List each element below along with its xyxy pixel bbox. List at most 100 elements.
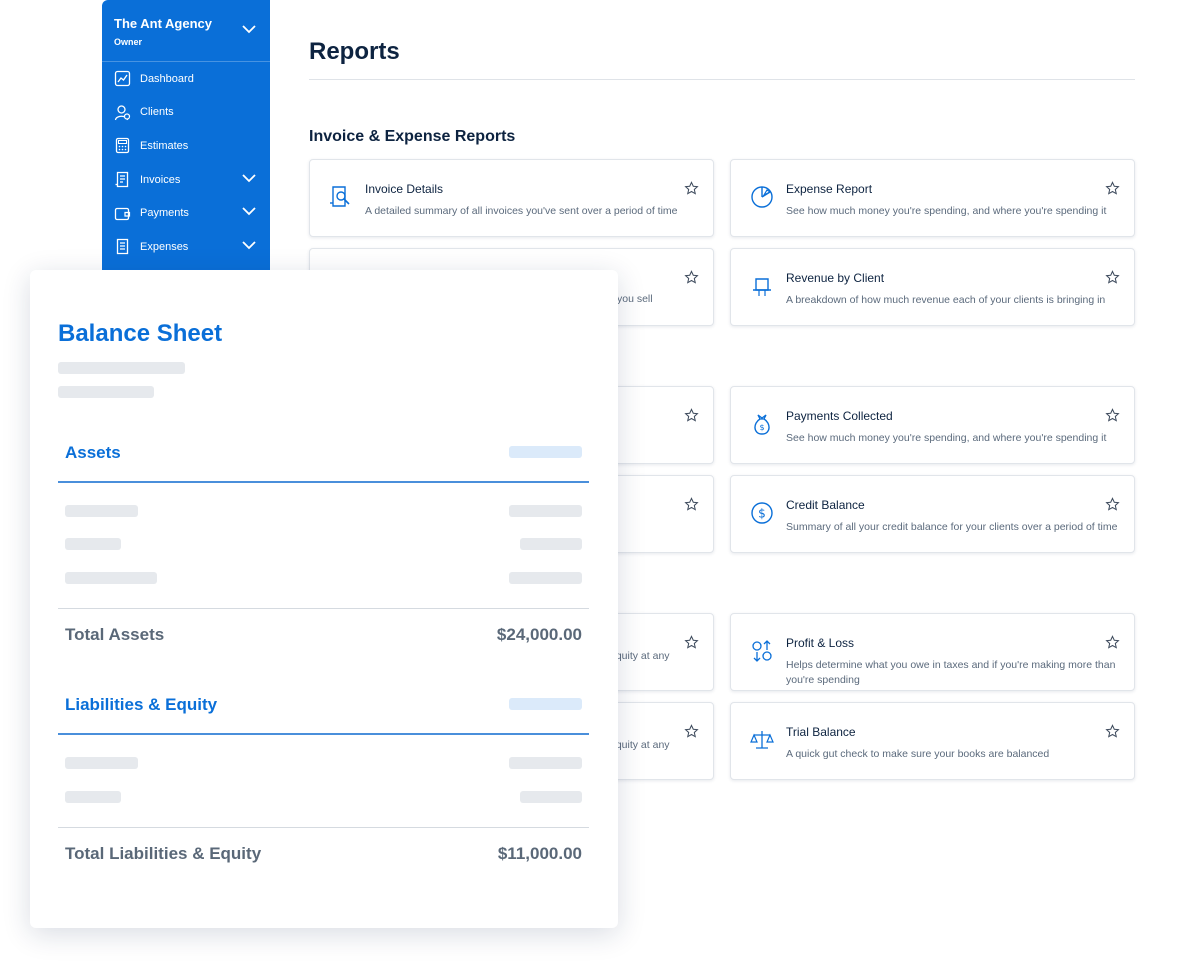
section-title-invoice-expense: Invoice & Expense Reports: [309, 128, 516, 145]
star-icon[interactable]: [684, 408, 699, 423]
chart-icon: [114, 70, 131, 87]
placeholder-line: [65, 505, 138, 517]
liabilities-heading: Liabilities & Equity: [65, 695, 218, 714]
report-card-profit-loss[interactable]: Profit & Loss Helps determine what you o…: [730, 613, 1135, 691]
chevron-down-icon[interactable]: [242, 206, 256, 216]
report-card-invoice-details[interactable]: Invoice Details A detailed summary of al…: [309, 159, 714, 237]
report-title: Invoice Details: [365, 182, 444, 196]
placeholder-value: [509, 505, 582, 517]
placeholder-line: [65, 757, 138, 769]
star-icon[interactable]: [1105, 724, 1120, 739]
user-role: Owner: [114, 37, 143, 47]
sidebar-item-label: Clients: [140, 106, 174, 119]
star-icon[interactable]: [684, 724, 699, 739]
placeholder-value: [520, 791, 582, 803]
calculator-icon: [114, 137, 131, 154]
profit-loss-icon: [752, 640, 772, 662]
report-title: Credit Balance: [786, 498, 865, 512]
sidebar-item-dashboard[interactable]: Dashboard: [102, 62, 270, 96]
hat-icon: [753, 278, 771, 296]
sidebar-item-label: Invoices: [140, 173, 181, 186]
placeholder-value: [509, 698, 582, 710]
balance-sheet-panel: Balance Sheet Assets Total Assets $24,00…: [30, 270, 618, 928]
sidebar-item-label: Payments: [140, 207, 189, 220]
section-divider: [58, 733, 589, 735]
page-title: Reports: [309, 38, 400, 65]
dollar-circle-icon: $: [751, 502, 773, 524]
report-card-payments-collected[interactable]: $ Payments Collected See how much money …: [730, 386, 1135, 464]
report-description: A breakdown of how much revenue each of …: [786, 294, 1106, 306]
total-liabilities-label: Total Liabilities & Equity: [65, 844, 262, 863]
total-assets-label: Total Assets: [65, 625, 165, 644]
star-icon[interactable]: [1105, 497, 1120, 512]
report-description: A detailed summary of all invoices you'v…: [365, 205, 678, 217]
report-description: you sell: [617, 293, 653, 305]
sidebar-item-payments[interactable]: Payments: [102, 196, 270, 230]
balance-sheet-title: Balance Sheet: [58, 320, 223, 347]
sidebar-item-expenses[interactable]: Expenses: [102, 230, 270, 264]
total-assets-value: $24,000.00: [496, 625, 582, 644]
wallet-icon: [114, 205, 131, 222]
star-icon[interactable]: [1105, 408, 1120, 423]
report-title: Profit & Loss: [786, 636, 855, 650]
sidebar: The Ant Agency Owner Dashboard Clients E…: [102, 0, 270, 280]
total-liabilities-value: $11,000.00: [497, 844, 582, 863]
pie-chart-icon: [751, 186, 773, 208]
title-divider: [309, 79, 1135, 80]
report-title: Revenue by Client: [786, 271, 885, 285]
total-divider: [58, 827, 589, 828]
report-description: See how much money you're spending, and …: [786, 205, 1107, 217]
report-card-trial-balance[interactable]: Trial Balance A quick gut check to make …: [730, 702, 1135, 780]
placeholder-line: [65, 791, 121, 803]
invoice-search-icon: [330, 186, 350, 207]
sidebar-item-label: Estimates: [140, 139, 189, 152]
report-description: Summary of all your credit balance for y…: [786, 521, 1118, 533]
assets-heading: Assets: [65, 443, 121, 462]
chevron-down-icon[interactable]: [242, 24, 256, 34]
star-icon[interactable]: [1105, 270, 1120, 285]
chevron-down-icon[interactable]: [242, 240, 256, 250]
user-icon: [114, 104, 131, 121]
svg-text:$: $: [759, 423, 764, 432]
total-divider: [58, 608, 589, 609]
sidebar-item-estimates[interactable]: Estimates: [102, 129, 270, 163]
svg-text:$: $: [758, 507, 766, 521]
report-card-credit-balance[interactable]: $ Credit Balance Summary of all your cre…: [730, 475, 1135, 553]
report-description: equity at any: [610, 650, 670, 662]
report-title: Payments Collected: [786, 409, 893, 423]
chevron-down-icon[interactable]: [242, 173, 256, 183]
report-title: Expense Report: [786, 182, 873, 196]
report-title: Trial Balance: [786, 725, 856, 739]
receipt-icon: [114, 238, 131, 255]
star-icon[interactable]: [1105, 181, 1120, 196]
placeholder-line: [58, 362, 185, 374]
star-icon[interactable]: [684, 270, 699, 285]
scales-icon: [750, 731, 774, 749]
report-description: See how much money you're spending, and …: [786, 432, 1107, 444]
placeholder-value: [509, 757, 582, 769]
report-description: equity at any: [610, 739, 670, 751]
star-icon[interactable]: [684, 635, 699, 650]
report-description: Helps determine what you owe in taxes an…: [786, 659, 1116, 686]
sidebar-item-invoices[interactable]: Invoices: [102, 163, 270, 197]
sidebar-item-clients[interactable]: Clients: [102, 96, 270, 130]
placeholder-line: [58, 386, 154, 398]
sidebar-item-label: Expenses: [140, 240, 189, 253]
placeholder-value: [509, 446, 582, 458]
section-divider: [58, 481, 589, 483]
star-icon[interactable]: [1105, 635, 1120, 650]
org-switcher[interactable]: The Ant Agency Owner: [102, 0, 270, 62]
report-card-revenue-by-client[interactable]: Revenue by Client A breakdown of how muc…: [730, 248, 1135, 326]
placeholder-value: [509, 572, 582, 584]
placeholder-value: [520, 538, 582, 550]
placeholder-line: [65, 572, 157, 584]
report-description: A quick gut check to make sure your book…: [786, 748, 1050, 760]
star-icon[interactable]: [684, 497, 699, 512]
report-card-expense-report[interactable]: Expense Report See how much money you're…: [730, 159, 1135, 237]
money-bag-icon: $: [754, 414, 770, 435]
placeholder-line: [65, 538, 121, 550]
star-icon[interactable]: [684, 181, 699, 196]
org-name: The Ant Agency: [114, 16, 212, 31]
sidebar-item-label: Dashboard: [140, 72, 194, 85]
invoice-icon: [114, 171, 131, 188]
